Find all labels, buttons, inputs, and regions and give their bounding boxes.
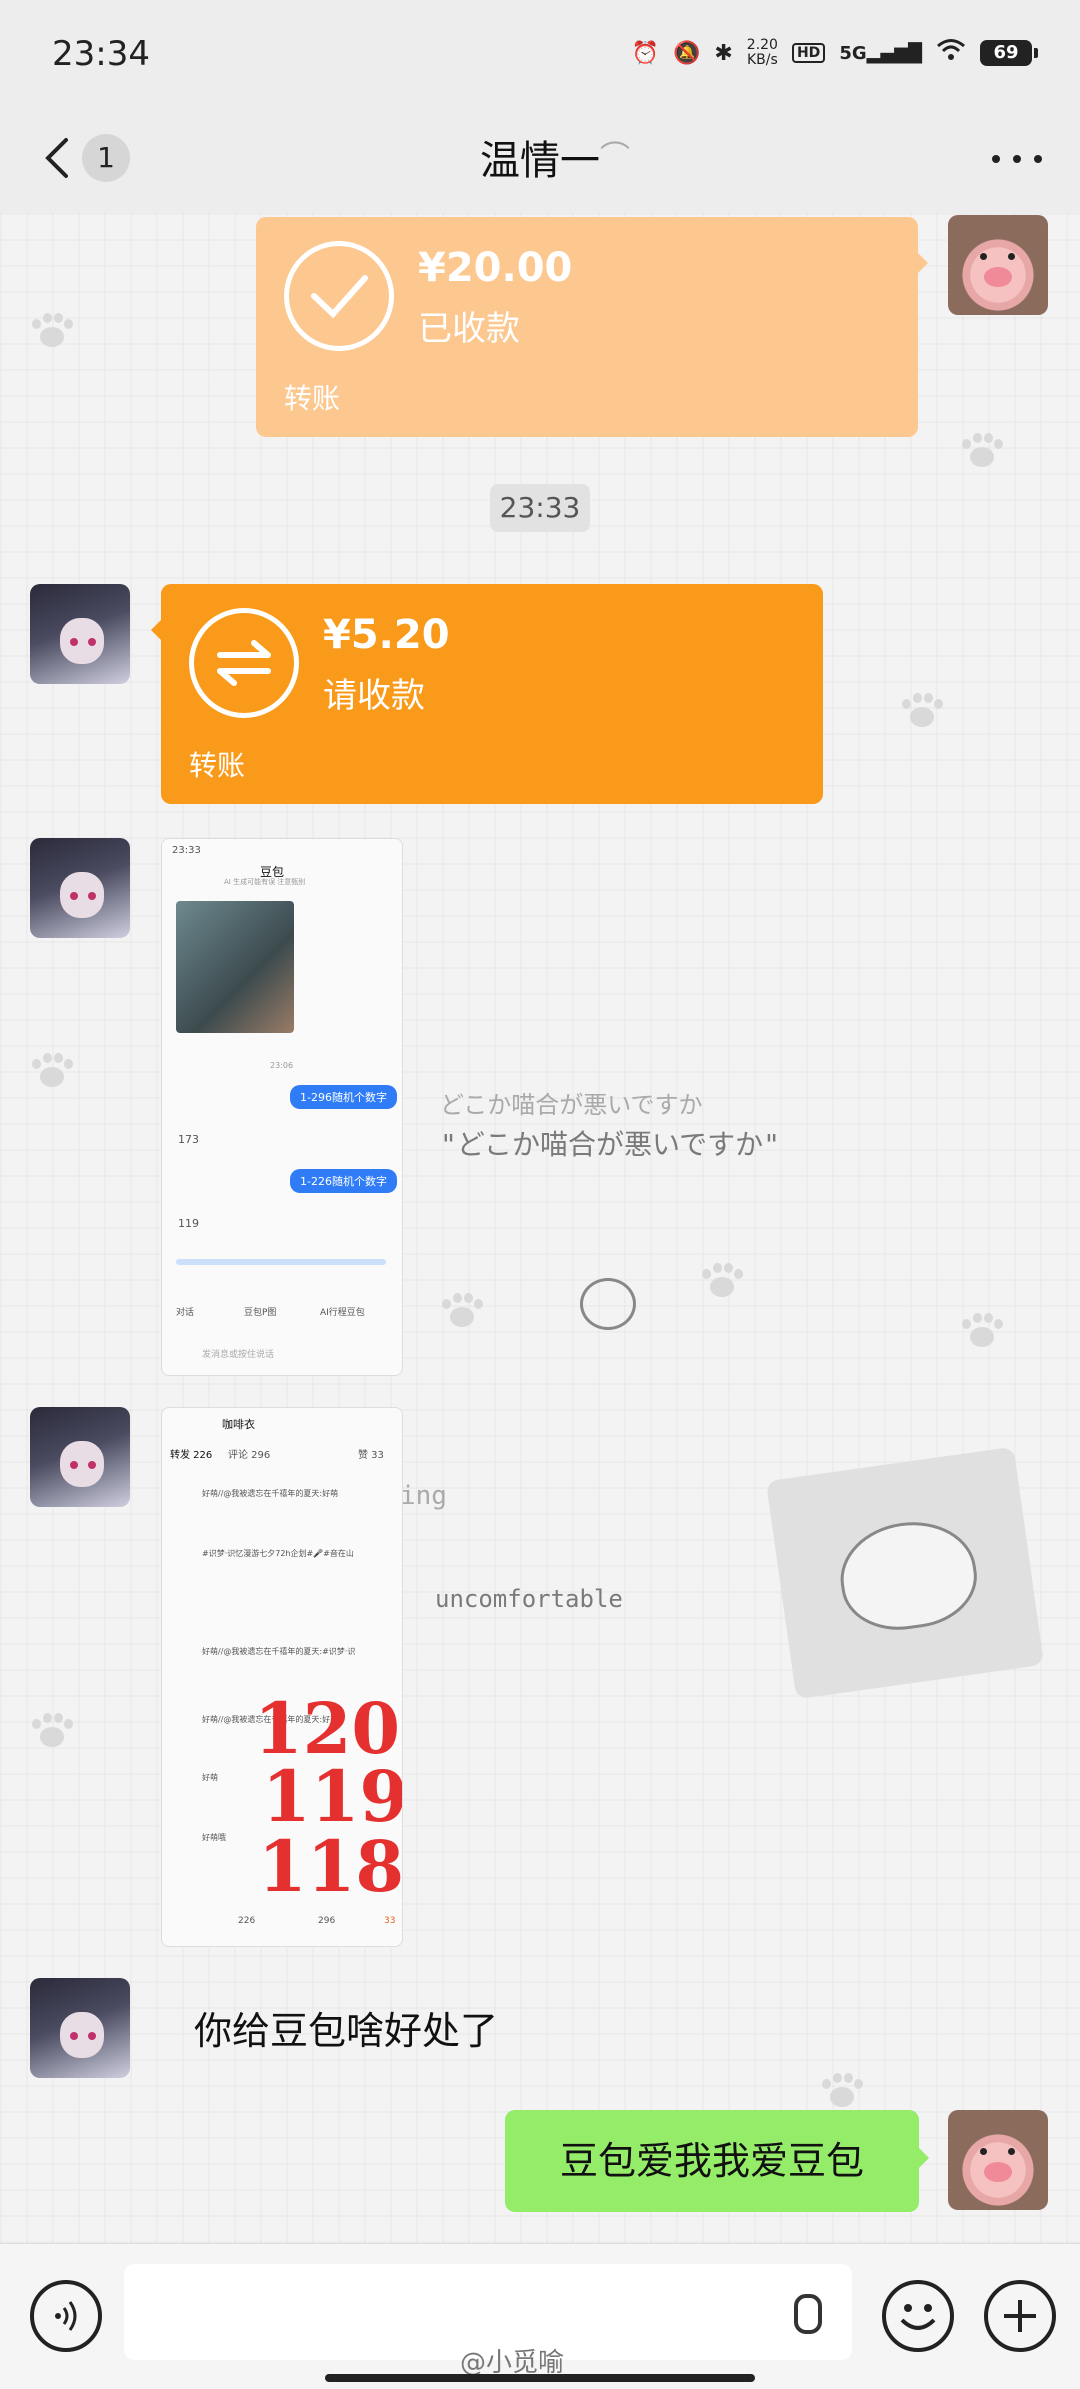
bg-ing-text: ing (400, 1481, 447, 1511)
status-time: 23:34 (52, 34, 150, 74)
paw-doodle (820, 2073, 864, 2109)
more-options-button[interactable] (992, 144, 1042, 174)
bg-jp-text: どこか喵合が悪いですか (440, 1091, 703, 1119)
contact-avatar[interactable] (30, 838, 130, 938)
contact-avatar[interactable] (30, 1978, 130, 2078)
cat-doodle-panel (765, 1446, 1045, 1700)
home-indicator[interactable] (325, 2374, 755, 2382)
handwritten-number: 118 (258, 1825, 403, 1908)
chat-header: 1 温情一 ⌒ (0, 110, 1080, 213)
voice-button[interactable] (30, 2280, 102, 2352)
bluetooth-icon: ✱ (714, 40, 733, 66)
transfer-state: 已收款 (418, 309, 520, 349)
paw-doodle (960, 433, 1004, 469)
text-message-sent[interactable]: 豆包爱我我爱豆包 (505, 2110, 929, 2212)
status-bar: 23:34 ⏰ 🔕 ✱ 2.20 KB/s HD 5G▂▄▆█ 69 (0, 0, 1080, 110)
ellipsis-icon (992, 155, 1000, 163)
alarm-icon: ⏰ (631, 40, 659, 66)
paw-doodle (960, 1313, 1004, 1349)
image-message-screenshot[interactable]: 咖啡衣 转发 226 评论 296 赞 33 好萌//@我被遗忘在千禧年的夏天:… (161, 1407, 403, 1947)
paw-doodle (900, 693, 944, 729)
battery-indicator: 69 (980, 40, 1038, 66)
contact-avatar[interactable] (30, 1407, 130, 1507)
chat-title: 温情一 (480, 138, 600, 184)
transfer-state: 请收款 (323, 676, 425, 716)
voice-icon (55, 2301, 77, 2331)
transfer-label: 转账 (284, 382, 341, 415)
hd-badge: HD (791, 43, 826, 63)
emoji-icon (900, 2304, 936, 2330)
signal-icon: 5G▂▄▆█ (839, 42, 922, 64)
transfer-arrows-icon (189, 608, 299, 718)
transfer-label: 转账 (189, 749, 246, 782)
mic-icon[interactable] (794, 2294, 822, 2334)
check-icon (284, 241, 394, 351)
paw-doodle (30, 1713, 74, 1749)
message-timestamp: 23:33 (490, 484, 590, 532)
handwritten-number: 119 (262, 1755, 403, 1838)
cat-doodle (833, 1513, 984, 1638)
paw-doodle (30, 313, 74, 349)
transfer-card-received[interactable]: ¥20.00 已收款 转账 (256, 217, 928, 437)
emoji-button[interactable] (882, 2280, 954, 2352)
contact-avatar[interactable] (30, 584, 130, 684)
ear-icon: ⌒ (600, 140, 630, 175)
my-avatar[interactable] (948, 2110, 1048, 2210)
network-speed: 2.20 KB/s (746, 37, 778, 68)
plus-icon (1004, 2300, 1036, 2332)
photo-thumbnail (176, 901, 294, 1033)
wifi-icon (936, 38, 966, 68)
handwritten-number: 120 (254, 1687, 401, 1770)
bg-en-text: uncomfortable (435, 1585, 623, 1613)
my-avatar[interactable] (948, 215, 1048, 315)
transfer-card-pending[interactable]: ¥5.20 请收款 转账 (151, 584, 823, 804)
transfer-amount: ¥20.00 (418, 245, 573, 291)
mute-icon: 🔕 (672, 40, 701, 66)
paw-doodle (30, 1053, 74, 1089)
paw-doodle (700, 1263, 744, 1299)
cat-face-doodle (580, 1278, 636, 1330)
text-message-received[interactable]: 你给豆包啥好处了 (172, 1982, 520, 2080)
image-message-screenshot[interactable]: 23:33 豆包 AI 生成可能有误 注意甄别 23:06 1-296随机个数字… (161, 838, 403, 1376)
bg-jp-text: "どこか喵合が悪いですか" (440, 1128, 781, 1161)
transfer-amount: ¥5.20 (323, 612, 450, 658)
plus-button[interactable] (984, 2280, 1056, 2352)
paw-doodle (440, 1293, 484, 1329)
